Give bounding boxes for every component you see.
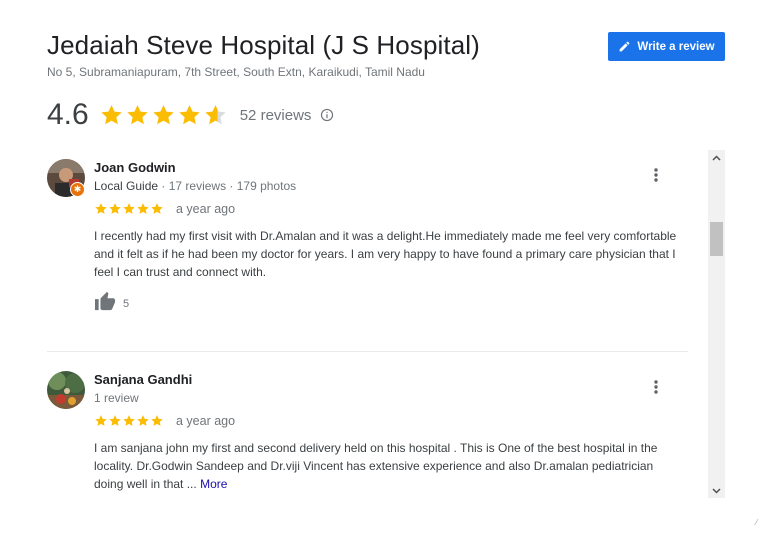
review-stars [94, 202, 164, 216]
star-icon [151, 203, 163, 214]
star-icon [109, 203, 121, 214]
star-icon [109, 415, 121, 426]
review-rating: a year ago [94, 202, 235, 216]
reviewer-meta: 1 review [94, 391, 139, 405]
review-stars [94, 414, 164, 428]
reviewer-stats: · 17 reviews · 179 photos [158, 179, 297, 193]
write-review-label: Write a review [637, 40, 715, 53]
local-guide-badge-icon: ✱ [70, 182, 85, 197]
place-title: Jedaiah Steve Hospital (J S Hospital) [47, 30, 480, 60]
rating-stars [99, 103, 228, 128]
reviewer-meta: Local Guide · 17 reviews · 179 photos [94, 179, 296, 193]
star-icon [127, 104, 148, 124]
rating-summary: 4.6 52 reviews [47, 96, 334, 134]
star-icon [151, 415, 163, 426]
more-vert-icon[interactable] [647, 378, 665, 396]
star-icon [137, 415, 149, 426]
star-icon [95, 203, 107, 214]
review-date: a year ago [176, 414, 236, 428]
rating-value: 4.6 [47, 98, 89, 131]
star-icon [153, 104, 174, 124]
star-icon [179, 104, 200, 124]
review-rating: a year ago [94, 414, 235, 428]
star-icon [101, 104, 122, 124]
reviews-list[interactable]: ✱ Joan Godwin Local Guide · 17 reviews ·… [47, 150, 708, 498]
review-divider [47, 351, 688, 352]
review-date: a year ago [176, 202, 236, 216]
scroll-thumb[interactable] [710, 221, 723, 256]
reviews-count-link[interactable]: 52 reviews [240, 107, 312, 124]
scroll-up-arrow-icon[interactable] [708, 150, 725, 165]
thumbs-up-icon [94, 291, 116, 316]
pencil-icon [618, 40, 631, 53]
corner-mark: ⁄ [756, 518, 758, 527]
like-button[interactable]: 5 [94, 291, 129, 316]
star-icon [137, 203, 149, 214]
reviews-scrollbar[interactable] [708, 150, 725, 498]
info-icon[interactable] [320, 108, 334, 122]
reviewer-name[interactable]: Joan Godwin [94, 160, 176, 175]
write-review-button[interactable]: Write a review [608, 32, 725, 61]
star-icon [205, 104, 226, 124]
like-count: 5 [123, 297, 130, 310]
reviewer-stats: 1 review [94, 391, 139, 405]
star-icon [95, 415, 107, 426]
reviewer-name[interactable]: Sanjana Gandhi [94, 372, 192, 387]
review-text: I recently had my first visit with Dr.Am… [94, 229, 677, 279]
more-vert-icon[interactable] [647, 166, 665, 184]
place-address: No 5, Subramaniapuram, 7th Street, South… [47, 65, 425, 79]
more-link[interactable]: More [200, 477, 227, 491]
avatar[interactable] [47, 371, 85, 409]
review-text-body: I am sanjana john my first and second de… [94, 441, 658, 491]
review-text: I am sanjana john my first and second de… [94, 439, 684, 493]
star-icon [123, 203, 135, 214]
local-guide-label: Local Guide [94, 179, 159, 193]
scroll-down-arrow-icon[interactable] [708, 483, 725, 498]
star-icon [123, 415, 135, 426]
